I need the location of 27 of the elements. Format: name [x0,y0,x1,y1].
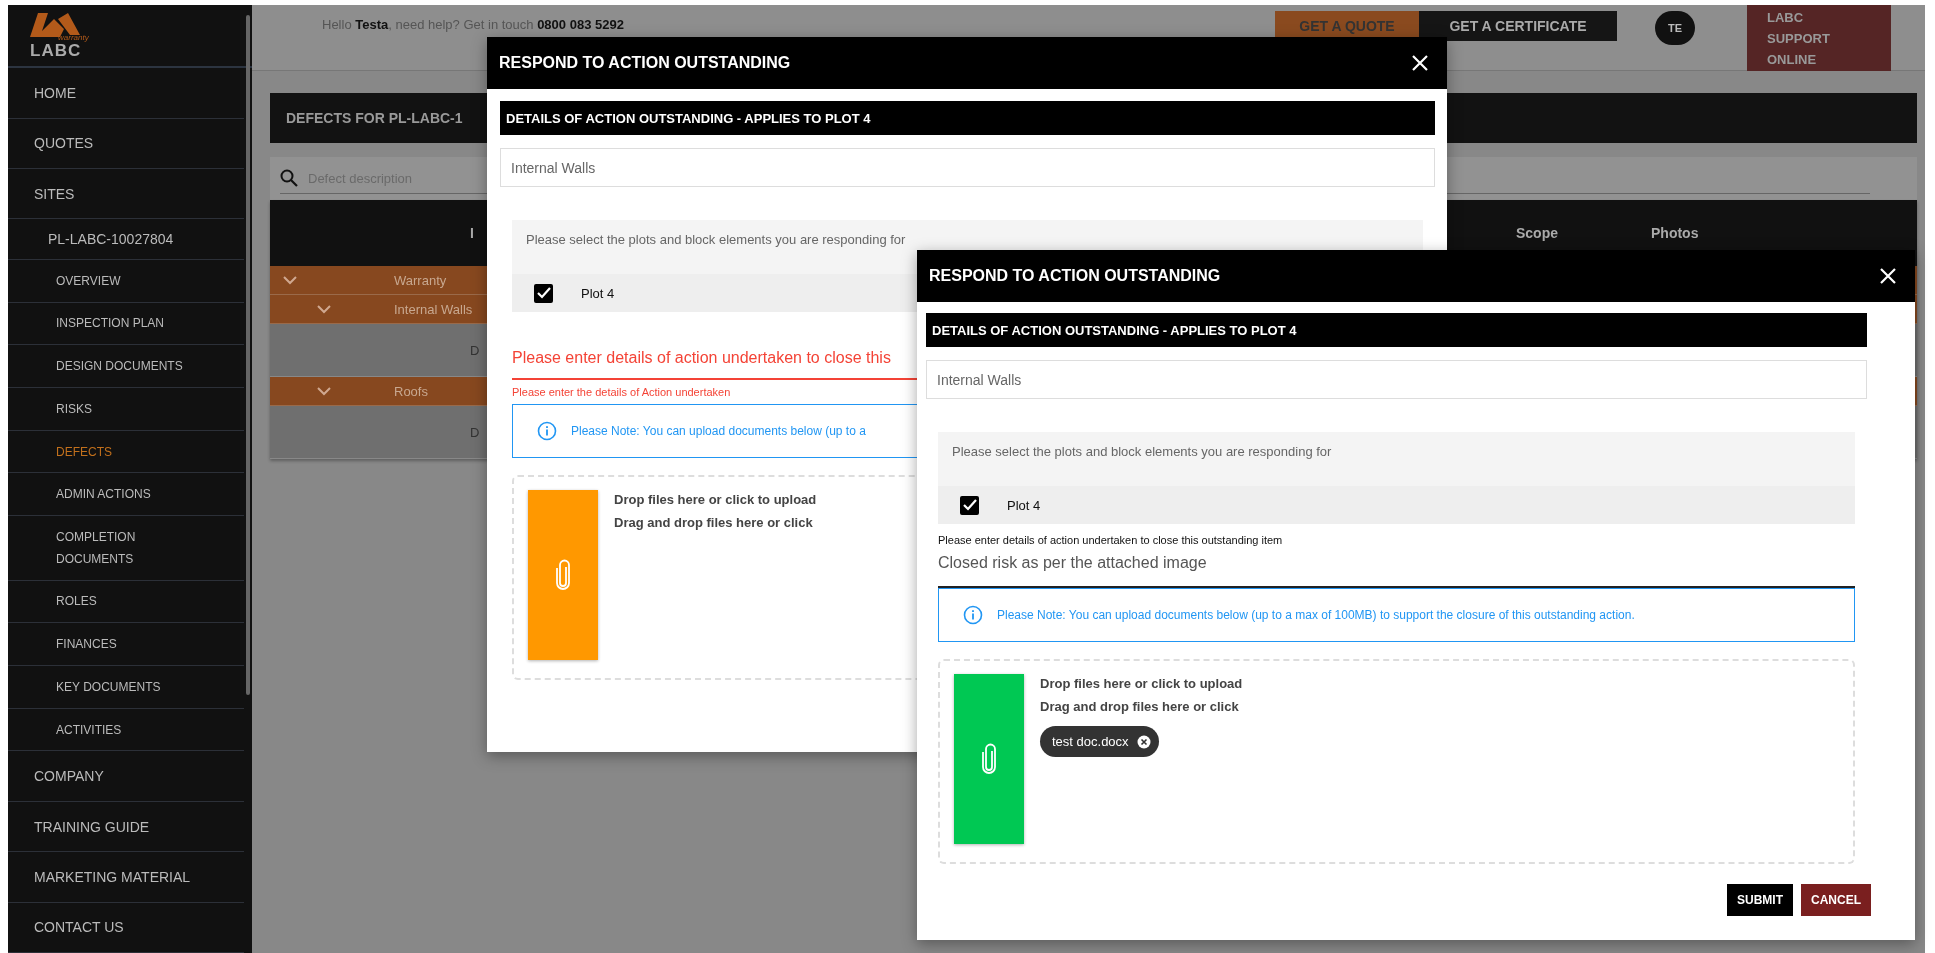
plot-label: Plot 4 [581,285,615,301]
plots-prompt: Please select the plots and block elements you are responding for [525,231,907,249]
column-header: Scope [1516,225,1558,241]
error-text: Please enter the details of Action undertaken [512,386,732,398]
group-label: Roofs [394,383,428,399]
dropzone-text: Drop files here or click to upload [1040,676,1243,691]
modal-title: RESPOND TO ACTION OUTSTANDING [499,54,791,72]
section-heading: DETAILS OF ACTION OUTSTANDING - APPLIES TO PLOT 4 [926,313,1867,347]
column-header: I [470,225,474,241]
column-header: Photos [1651,225,1699,241]
greeting-text: Hello Testa, need help? Get in touch 0800 083 5292 [322,17,624,32]
group-label: Warranty [394,272,447,288]
table-cell: D [470,424,480,440]
page-title: DEFECTS FOR PL-LABC-1 [286,110,463,126]
note-text: Please Note: You can upload documents below (up to a max of 100MB) to support the closure of this outstanding action. [997,607,1635,623]
note-text: Please Note: You can upload documents below (up to a [571,423,866,439]
group-label: Internal Walls [394,301,473,317]
dropzone-text: Drag and drop files here or click [614,515,814,530]
logo-tagline: warranty [58,33,89,42]
logo-text: LABC [30,41,82,61]
section-heading: DETAILS OF ACTION OUTSTANDING - APPLIES TO PLOT 4 [500,101,1435,135]
plot-label: Plot 4 [1007,497,1041,513]
dropzone-text: Drag and drop files here or click [1040,699,1240,714]
table-cell: D [470,342,480,358]
modal-title: RESPOND TO ACTION OUTSTANDING [929,267,1221,285]
plots-prompt: Please select the plots and block elements you are responding for [951,443,1333,461]
dropzone-text: Drop files here or click to upload [614,492,817,507]
